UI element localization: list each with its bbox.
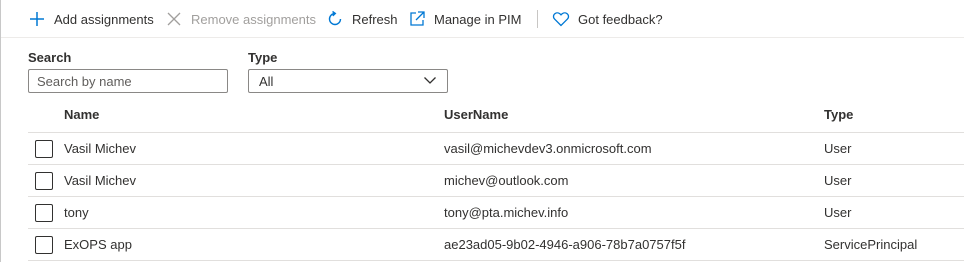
cell-name: Vasil Michev [64, 141, 137, 156]
assignments-panel: Add assignments Remove assignments Refre… [0, 0, 964, 262]
row-checkbox[interactable] [35, 204, 53, 222]
row-checkbox[interactable] [35, 236, 53, 254]
refresh-label: Refresh [352, 11, 398, 27]
cell-type: User [824, 205, 852, 220]
cell-type: User [824, 173, 852, 188]
cell-name: Vasil Michev [64, 173, 137, 188]
plus-icon [28, 10, 46, 28]
toolbar-divider [537, 10, 538, 28]
type-filter-dropdown[interactable]: All [248, 69, 448, 93]
search-label: Search [28, 50, 72, 65]
cell-name: tony [64, 205, 89, 220]
cell-username: ae23ad05-9b02-4946-a906-78b7a0757f5f [444, 237, 686, 252]
cell-username: michev@outlook.com [444, 173, 569, 188]
table-row[interactable]: Vasil Michev michev@outlook.com User [28, 165, 964, 197]
cell-type: User [824, 141, 852, 156]
column-header-username[interactable]: UserName [444, 107, 508, 122]
table-row[interactable]: Vasil Michev vasil@michevdev3.onmicrosof… [28, 133, 964, 165]
feedback-label: Got feedback? [578, 11, 663, 27]
refresh-button[interactable]: Refresh [326, 8, 398, 30]
remove-assignments-button[interactable]: Remove assignments [165, 8, 316, 30]
heart-icon [552, 10, 570, 28]
chevron-down-icon [423, 73, 437, 90]
manage-in-pim-label: Manage in PIM [434, 11, 522, 27]
cell-type: ServicePrincipal [824, 237, 918, 252]
command-bar: Add assignments Remove assignments Refre… [1, 0, 964, 38]
external-link-icon [408, 10, 426, 28]
row-checkbox[interactable] [35, 140, 53, 158]
type-filter-value: All [259, 73, 274, 89]
table-row[interactable]: tony tony@pta.michev.info User [28, 197, 964, 229]
close-icon [165, 10, 183, 28]
column-header-type[interactable]: Type [824, 107, 853, 122]
add-assignments-button[interactable]: Add assignments [28, 8, 154, 30]
cell-username: vasil@michevdev3.onmicrosoft.com [444, 141, 652, 156]
add-assignments-label: Add assignments [54, 11, 154, 27]
remove-assignments-label: Remove assignments [191, 11, 316, 27]
manage-in-pim-button[interactable]: Manage in PIM [408, 8, 521, 30]
row-checkbox[interactable] [35, 172, 53, 190]
search-input[interactable] [28, 69, 228, 93]
column-header-name[interactable]: Name [64, 107, 99, 122]
cell-name: ExOPS app [64, 237, 132, 252]
refresh-icon [326, 10, 344, 28]
table-row[interactable]: ExOPS app ae23ad05-9b02-4946-a906-78b7a0… [28, 229, 964, 261]
feedback-button[interactable]: Got feedback? [552, 8, 663, 30]
cell-username: tony@pta.michev.info [444, 205, 569, 220]
type-filter-label: Type [248, 50, 278, 65]
